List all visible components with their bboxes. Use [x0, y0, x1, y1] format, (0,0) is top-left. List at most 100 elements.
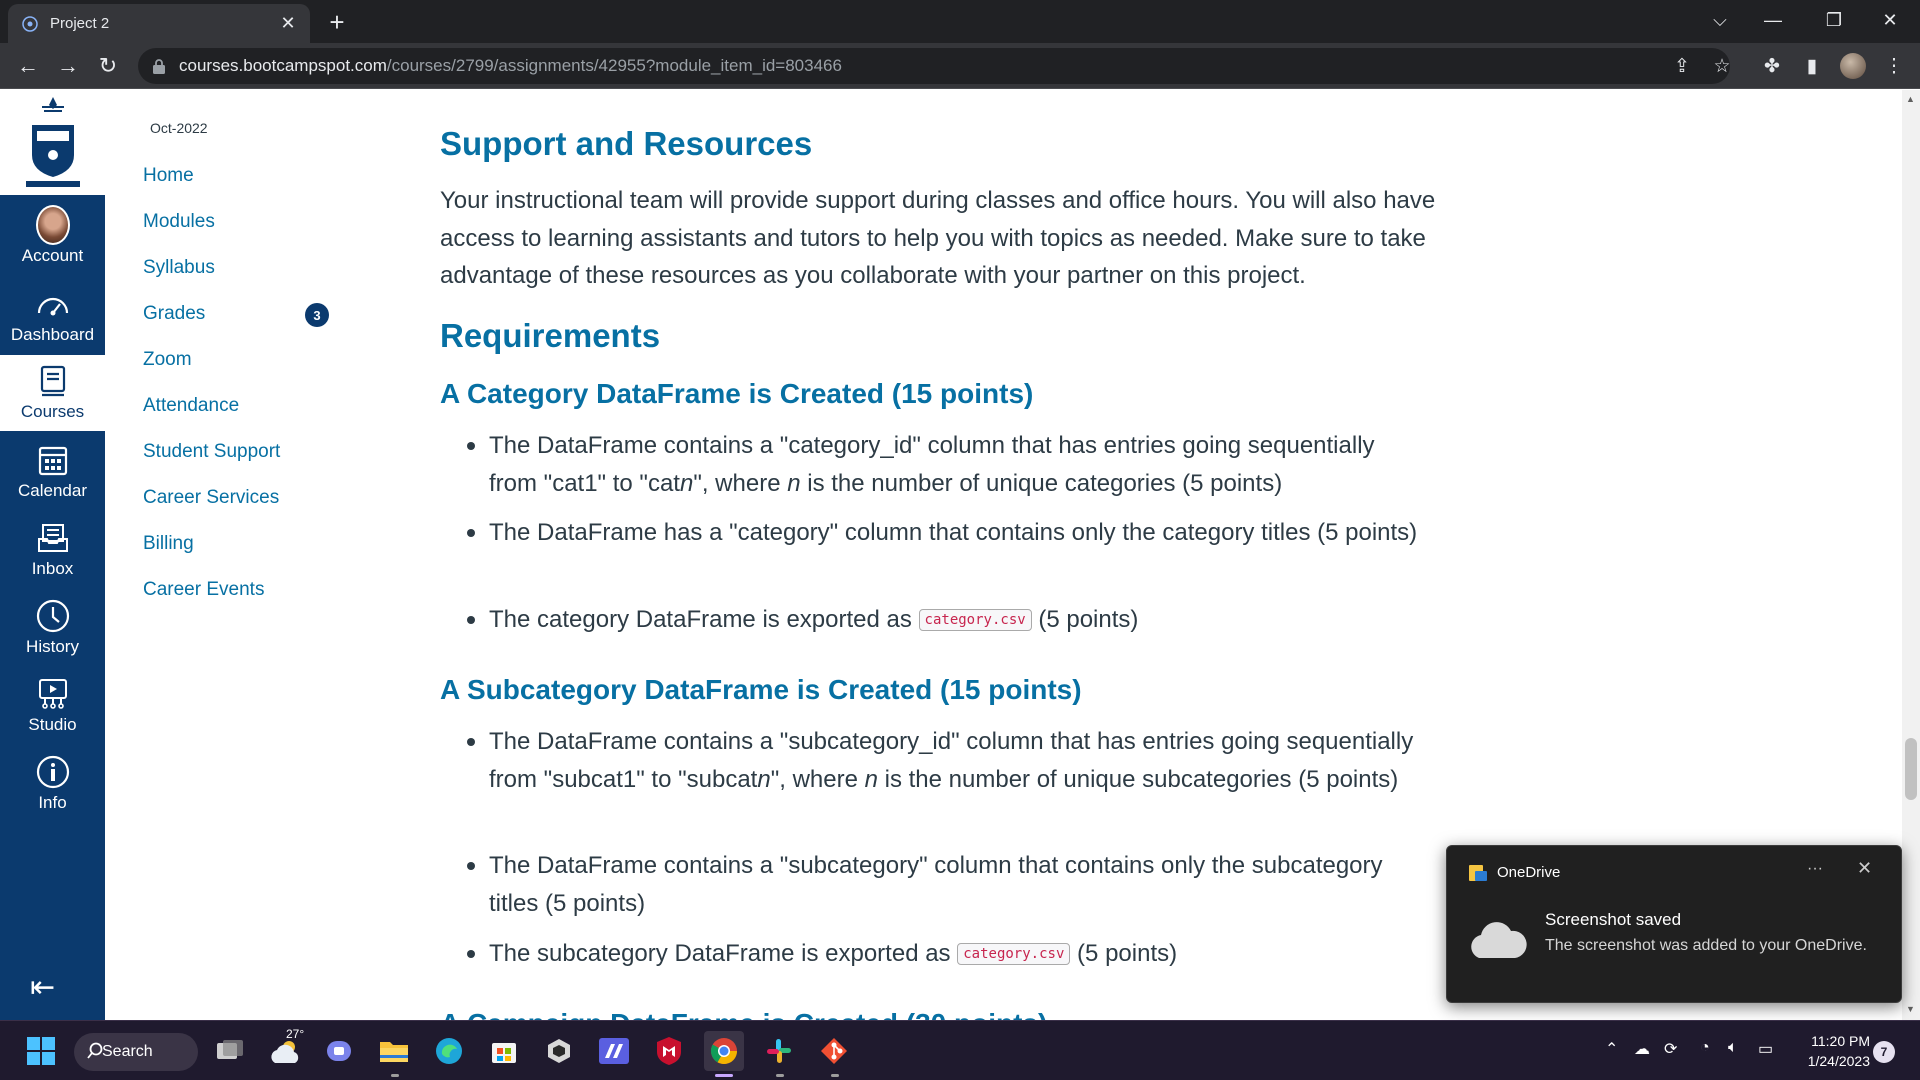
git-gui-icon[interactable]	[814, 1031, 854, 1071]
bookmark-star-icon[interactable]: ☆	[1706, 50, 1738, 82]
course-nav-home[interactable]: Home	[143, 165, 194, 187]
volume-icon[interactable]: 🔈︎	[1728, 1039, 1738, 1057]
system-clock[interactable]: 11:20 PM 1/24/2023	[1794, 1031, 1870, 1071]
course-nav-billing[interactable]: Billing	[143, 533, 194, 555]
restore-icon[interactable]: ❐	[1808, 0, 1860, 40]
courses-icon	[36, 364, 70, 398]
browser-tab[interactable]: Project 2 ✕	[8, 4, 310, 43]
notification-app-name: OneDrive	[1497, 864, 1561, 881]
wifi-icon[interactable]: ◔	[1700, 1039, 1710, 1057]
notification-more-icon[interactable]: ···	[1807, 860, 1823, 878]
nav-studio[interactable]: Studio	[0, 668, 105, 744]
grades-badge: 3	[305, 303, 329, 327]
reload-icon[interactable]: ↻	[92, 50, 124, 82]
list-item: The DataFrame contains a "subcategory_id…	[467, 723, 1429, 798]
share-icon[interactable]: ⇪	[1666, 50, 1698, 82]
nav-dashboard[interactable]: Dashboard	[0, 278, 105, 354]
forward-icon[interactable]: →	[52, 50, 84, 82]
canvas-favicon-icon	[20, 14, 40, 34]
scrollbar-thumb[interactable]	[1905, 738, 1917, 800]
list-item: The category DataFrame is exported as ca…	[467, 601, 1429, 639]
running-indicator	[776, 1074, 784, 1077]
search-label: Search	[102, 1043, 153, 1060]
inline-code: category.csv	[918, 608, 1032, 631]
course-nav-zoom[interactable]: Zoom	[143, 349, 192, 371]
course-nav-attendance[interactable]: Attendance	[143, 395, 239, 417]
nav-label: Studio	[28, 715, 77, 734]
github-desktop-icon[interactable]	[539, 1031, 579, 1071]
page-scrollbar[interactable]: ▲ ▼	[1902, 90, 1920, 1020]
studio-icon	[36, 677, 70, 711]
task-view-icon[interactable]	[210, 1031, 250, 1071]
list-item: The DataFrame contains a "category_id" c…	[467, 427, 1429, 502]
close-tab-icon[interactable]: ✕	[278, 13, 298, 34]
course-nav-modules[interactable]: Modules	[143, 211, 215, 233]
account-avatar	[35, 205, 70, 245]
minimize-icon[interactable]: —	[1747, 0, 1799, 40]
notification-count-badge[interactable]: 7	[1873, 1041, 1895, 1063]
course-nav-career-services[interactable]: Career Services	[143, 487, 279, 509]
course-nav-student-support[interactable]: Student Support	[143, 441, 280, 463]
requirements-heading: Requirements	[440, 317, 661, 354]
assignment-content: Support and Resources Your instructional…	[440, 90, 1440, 1020]
file-explorer-icon[interactable]	[374, 1031, 414, 1071]
vs-code-icon[interactable]	[594, 1031, 634, 1071]
support-heading: Support and Resources	[440, 125, 813, 162]
edge-browser-icon[interactable]	[429, 1031, 469, 1071]
browser-tab-strip: Project 2 ✕ + ⌵ — ❐ ✕	[0, 0, 1920, 43]
clock-date: 1/24/2023	[1807, 1053, 1870, 1069]
microsoft-store-icon[interactable]	[484, 1031, 524, 1071]
course-nav: Oct-2022 Home Modules Syllabus Grades Zo…	[105, 90, 405, 1020]
profile-avatar[interactable]	[1837, 50, 1869, 82]
dashboard-icon	[36, 287, 70, 321]
onedrive-tray-icon[interactable]: ☁	[1634, 1039, 1650, 1059]
chrome-icon[interactable]	[704, 1031, 744, 1071]
menu-kebab-icon[interactable]: ⋮	[1878, 50, 1910, 82]
institution-logo[interactable]	[0, 90, 105, 195]
scroll-down-icon[interactable]: ▼	[1906, 1004, 1915, 1014]
nav-label: Courses	[20, 402, 85, 421]
clock-time: 11:20 PM	[1811, 1033, 1870, 1049]
course-nav-grades[interactable]: Grades	[143, 303, 205, 325]
course-nav-syllabus[interactable]: Syllabus	[143, 257, 215, 279]
history-icon	[36, 599, 70, 633]
nav-label: Calendar	[18, 481, 87, 500]
new-tab-button[interactable]: +	[322, 7, 352, 37]
search-icon	[87, 1042, 103, 1059]
extensions-icon[interactable]: ✤	[1756, 50, 1788, 82]
back-icon[interactable]: ←	[12, 50, 44, 82]
nav-info[interactable]: Info	[0, 746, 105, 822]
tab-search-icon[interactable]: ⌵	[1694, 0, 1746, 40]
tray-overflow-icon[interactable]: ⌃	[1605, 1039, 1618, 1059]
weather-icon[interactable]: 27°	[266, 1027, 306, 1071]
nav-courses[interactable]: Courses	[0, 355, 105, 431]
nav-calendar[interactable]: Calendar	[0, 434, 105, 510]
taskbar-search[interactable]: Search	[74, 1033, 198, 1071]
nav-label: Account	[21, 246, 84, 265]
collapse-nav-icon[interactable]: ⇤	[30, 970, 55, 1005]
list-item: The DataFrame contains a "subcategory" c…	[467, 847, 1429, 922]
side-panel-icon[interactable]: ▮	[1796, 50, 1828, 82]
nav-label: Dashboard	[10, 325, 95, 344]
onedrive-notification[interactable]: OneDrive ··· ✕ Screenshot saved The scre…	[1446, 845, 1902, 1003]
nav-label: Info	[38, 793, 67, 812]
address-bar[interactable]: courses.bootcampspot.com/courses/2799/as…	[138, 48, 1730, 84]
scroll-up-icon[interactable]: ▲	[1906, 94, 1915, 104]
battery-icon[interactable]: ▭	[1758, 1039, 1773, 1059]
nav-account[interactable]: Account	[0, 199, 105, 275]
notification-close-icon[interactable]: ✕	[1857, 858, 1872, 879]
slack-icon[interactable]	[759, 1031, 799, 1071]
onedrive-app-icon	[1469, 865, 1487, 881]
running-indicator	[831, 1074, 839, 1077]
close-window-icon[interactable]: ✕	[1864, 0, 1916, 40]
global-nav: Account Dashboard Courses Calendar Inbox…	[0, 90, 105, 1020]
nav-inbox[interactable]: Inbox	[0, 512, 105, 588]
course-nav-career-events[interactable]: Career Events	[143, 579, 264, 601]
mcafee-icon[interactable]	[649, 1031, 689, 1071]
windows-start-icon[interactable]	[21, 1031, 61, 1071]
support-paragraph: Your instructional team will provide sup…	[440, 187, 1436, 289]
subcategory-heading: A Subcategory DataFrame is Created (15 p…	[440, 674, 1082, 705]
nav-history[interactable]: History	[0, 590, 105, 666]
teams-chat-icon[interactable]	[319, 1031, 359, 1071]
sync-tray-icon[interactable]: ⟳	[1664, 1039, 1677, 1059]
